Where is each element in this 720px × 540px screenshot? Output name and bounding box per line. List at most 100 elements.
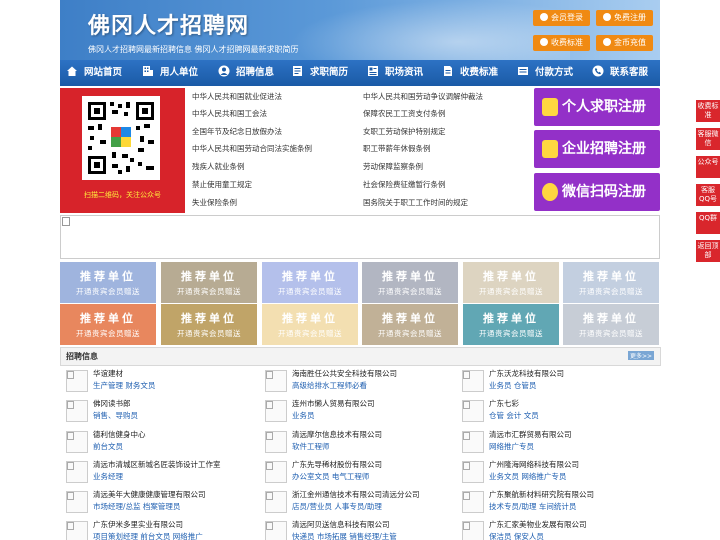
- company-name[interactable]: 清远阿贝送信息科技有限公司: [292, 519, 390, 530]
- nav-item-payment[interactable]: 付款方式: [517, 60, 573, 86]
- policy-link[interactable]: 国务院关于职工工作时间的规定: [363, 194, 533, 211]
- job-positions[interactable]: 技术专员/助理 车间统计员: [489, 501, 576, 512]
- nav-item-resumes[interactable]: 求职简历: [292, 60, 348, 86]
- sidebar-official-account[interactable]: 公众号: [696, 156, 720, 178]
- job-positions[interactable]: 业务文员 网络推广专员: [489, 471, 566, 482]
- policy-link[interactable]: 中华人民共和国劳动合同法实施条例: [192, 140, 362, 157]
- job-positions[interactable]: 生产管理 财务文员: [93, 380, 155, 391]
- job-positions[interactable]: 网络推广专员: [489, 441, 534, 452]
- job-card[interactable]: 德利信健身中心 前台文员: [62, 429, 260, 457]
- job-positions[interactable]: 快递员 市场拓展 销售经理/主管: [292, 531, 397, 540]
- company-name[interactable]: 广东聚航新材料研究院有限公司: [489, 489, 594, 500]
- job-positions[interactable]: 店员/营业员 人事专员/助理: [292, 501, 382, 512]
- company-name[interactable]: 德利信健身中心: [93, 429, 146, 440]
- recommended-tile[interactable]: 推荐单位 开通贵宾会员赠送: [60, 262, 156, 303]
- wechat-register-button[interactable]: 微信扫码注册: [534, 173, 660, 211]
- sidebar-qq-group[interactable]: QQ群: [696, 212, 720, 234]
- job-card[interactable]: 广东聚航新材料研究院有限公司 技术专员/助理 车间统计员: [458, 489, 656, 517]
- job-positions[interactable]: 保洁员 保安人员: [489, 531, 544, 540]
- job-positions[interactable]: 销售、导购员: [93, 410, 138, 421]
- job-positions[interactable]: 业务员 仓管员: [489, 380, 536, 391]
- policy-link[interactable]: 中华人民共和国就业促进法: [192, 88, 362, 105]
- company-name[interactable]: 广东沃龙科技有限公司: [489, 368, 564, 379]
- login-button[interactable]: 会员登录: [533, 10, 590, 26]
- policy-link[interactable]: 全国年节及纪念日放假办法: [192, 123, 362, 140]
- job-positions[interactable]: 仓管 会计 文员: [489, 410, 539, 421]
- jobseeker-register-button[interactable]: 个人求职注册: [534, 88, 660, 126]
- job-card[interactable]: 广东先导稀材股份有限公司 办公室文员 电气工程师: [261, 459, 459, 487]
- job-card[interactable]: 浙江金州通信技术有限公司清远分公司 店员/营业员 人事专员/助理: [261, 489, 459, 517]
- recommended-tile[interactable]: 推荐单位 开通贵宾会员赠送: [161, 262, 257, 303]
- company-name[interactable]: 华谊建材: [93, 368, 123, 379]
- sidebar-service-wechat[interactable]: 客服微信: [696, 128, 720, 150]
- job-card[interactable]: 海南胜任公共安全科技有限公司 高级给排水工程师必看: [261, 368, 459, 396]
- job-positions[interactable]: 办公室文员 电气工程师: [292, 471, 369, 482]
- recommended-tile[interactable]: 推荐单位 开通贵宾会员赠送: [60, 304, 156, 345]
- job-card[interactable]: 清远市汇群贸易有限公司 网络推广专员: [458, 429, 656, 457]
- recommended-tile[interactable]: 推荐单位 开通贵宾会员赠送: [362, 304, 458, 345]
- recommended-tile[interactable]: 推荐单位 开通贵宾会员赠送: [262, 304, 358, 345]
- company-name[interactable]: 清远市清城区新城名匠装饰设计工作室: [93, 459, 221, 470]
- job-card[interactable]: 广东伊米多里实业有限公司 项目策划经理 前台文员 网络推广: [62, 519, 260, 540]
- sidebar-back-to-top[interactable]: 返回顶部: [696, 240, 720, 262]
- job-positions[interactable]: 业务员: [292, 410, 315, 421]
- job-positions[interactable]: 项目策划经理 前台文员 网络推广: [93, 531, 203, 540]
- job-card[interactable]: 佛冈读书郎 销售、导购员: [62, 398, 260, 426]
- policy-link[interactable]: 中华人民共和国劳动争议调解仲裁法: [363, 88, 533, 105]
- job-card[interactable]: 清远市清城区新城名匠装饰设计工作室 业务经理: [62, 459, 260, 487]
- job-card[interactable]: 广东汇家美物业发展有限公司 保洁员 保安人员: [458, 519, 656, 540]
- nav-item-home[interactable]: 网站首页: [66, 60, 122, 86]
- policy-link[interactable]: 社会保险费征缴暂行条例: [363, 176, 533, 193]
- job-card[interactable]: 广东沃龙科技有限公司 业务员 仓管员: [458, 368, 656, 396]
- company-name[interactable]: 广东七彩: [489, 398, 519, 409]
- pricing-button[interactable]: 收费标准: [533, 35, 590, 51]
- recommended-tile[interactable]: 推荐单位 开通贵宾会员赠送: [161, 304, 257, 345]
- company-name[interactable]: 广东先导稀材股份有限公司: [292, 459, 382, 470]
- job-positions[interactable]: 业务经理: [93, 471, 123, 482]
- company-name[interactable]: 清远市汇群贸易有限公司: [489, 429, 572, 440]
- more-link[interactable]: 更多>>: [627, 351, 654, 360]
- company-name[interactable]: 清远摩尔信息技术有限公司: [292, 429, 382, 440]
- nav-item-employers[interactable]: 用人单位: [142, 60, 198, 86]
- recommended-tile[interactable]: 推荐单位 开通贵宾会员赠送: [463, 262, 559, 303]
- job-card[interactable]: 清远摩尔信息技术有限公司 软件工程师: [261, 429, 459, 457]
- policy-link[interactable]: 女职工劳动保护特别规定: [363, 123, 533, 140]
- nav-item-jobs[interactable]: 招聘信息: [218, 60, 274, 86]
- job-card[interactable]: 清远阿贝送信息科技有限公司 快递员 市场拓展 销售经理/主管: [261, 519, 459, 540]
- job-card[interactable]: 清远美年大健康健康管理有限公司 市场经理/总监 档案管理员: [62, 489, 260, 517]
- nav-item-news[interactable]: 职场资讯: [367, 60, 423, 86]
- register-button[interactable]: 免费注册: [596, 10, 653, 26]
- company-name[interactable]: 清远美年大健康健康管理有限公司: [93, 489, 206, 500]
- policy-link[interactable]: 中华人民共和国工会法: [192, 105, 362, 122]
- recommended-tile[interactable]: 推荐单位 开通贵宾会员赠送: [563, 304, 659, 345]
- policy-link[interactable]: 保障农民工工资支付条例: [363, 105, 533, 122]
- recommended-tile[interactable]: 推荐单位 开通贵宾会员赠送: [463, 304, 559, 345]
- job-positions[interactable]: 前台文员: [93, 441, 123, 452]
- policy-link[interactable]: 失业保险条例: [192, 194, 362, 211]
- company-name[interactable]: 广东伊米多里实业有限公司: [93, 519, 183, 530]
- job-positions[interactable]: 软件工程师: [292, 441, 330, 452]
- sidebar-service-qq[interactable]: 客服QQ号: [696, 184, 720, 206]
- company-register-button[interactable]: 企业招聘注册: [534, 130, 660, 168]
- sidebar-pricing[interactable]: 收费标准: [696, 100, 720, 122]
- job-card[interactable]: 广东七彩 仓管 会计 文员: [458, 398, 656, 426]
- recharge-button[interactable]: 金币充值: [596, 35, 653, 51]
- job-positions[interactable]: 高级给排水工程师必看: [292, 380, 367, 391]
- job-card[interactable]: 华谊建材 生产管理 财务文员: [62, 368, 260, 396]
- recommended-tile[interactable]: 推荐单位 开通贵宾会员赠送: [362, 262, 458, 303]
- nav-item-contact[interactable]: 联系客服: [592, 60, 648, 86]
- job-card[interactable]: 广州隆海网络科技有限公司 业务文员 网络推广专员: [458, 459, 656, 487]
- company-name[interactable]: 广州隆海网络科技有限公司: [489, 459, 579, 470]
- ad-banner[interactable]: [60, 215, 660, 259]
- nav-item-pricing[interactable]: 收费标准: [442, 60, 498, 86]
- recommended-tile[interactable]: 推荐单位 开通贵宾会员赠送: [262, 262, 358, 303]
- company-name[interactable]: 海南胜任公共安全科技有限公司: [292, 368, 397, 379]
- company-name[interactable]: 佛冈读书郎: [93, 398, 131, 409]
- recommended-tile[interactable]: 推荐单位 开通贵宾会员赠送: [563, 262, 659, 303]
- company-name[interactable]: 浙江金州通信技术有限公司清远分公司: [292, 489, 420, 500]
- site-title[interactable]: 佛冈人才招聘网: [88, 8, 249, 40]
- job-card[interactable]: 连州市懒人贸易有限公司 业务员: [261, 398, 459, 426]
- company-name[interactable]: 连州市懒人贸易有限公司: [292, 398, 375, 409]
- policy-link[interactable]: 残疾人就业条例: [192, 158, 362, 175]
- job-positions[interactable]: 市场经理/总监 档案管理员: [93, 501, 180, 512]
